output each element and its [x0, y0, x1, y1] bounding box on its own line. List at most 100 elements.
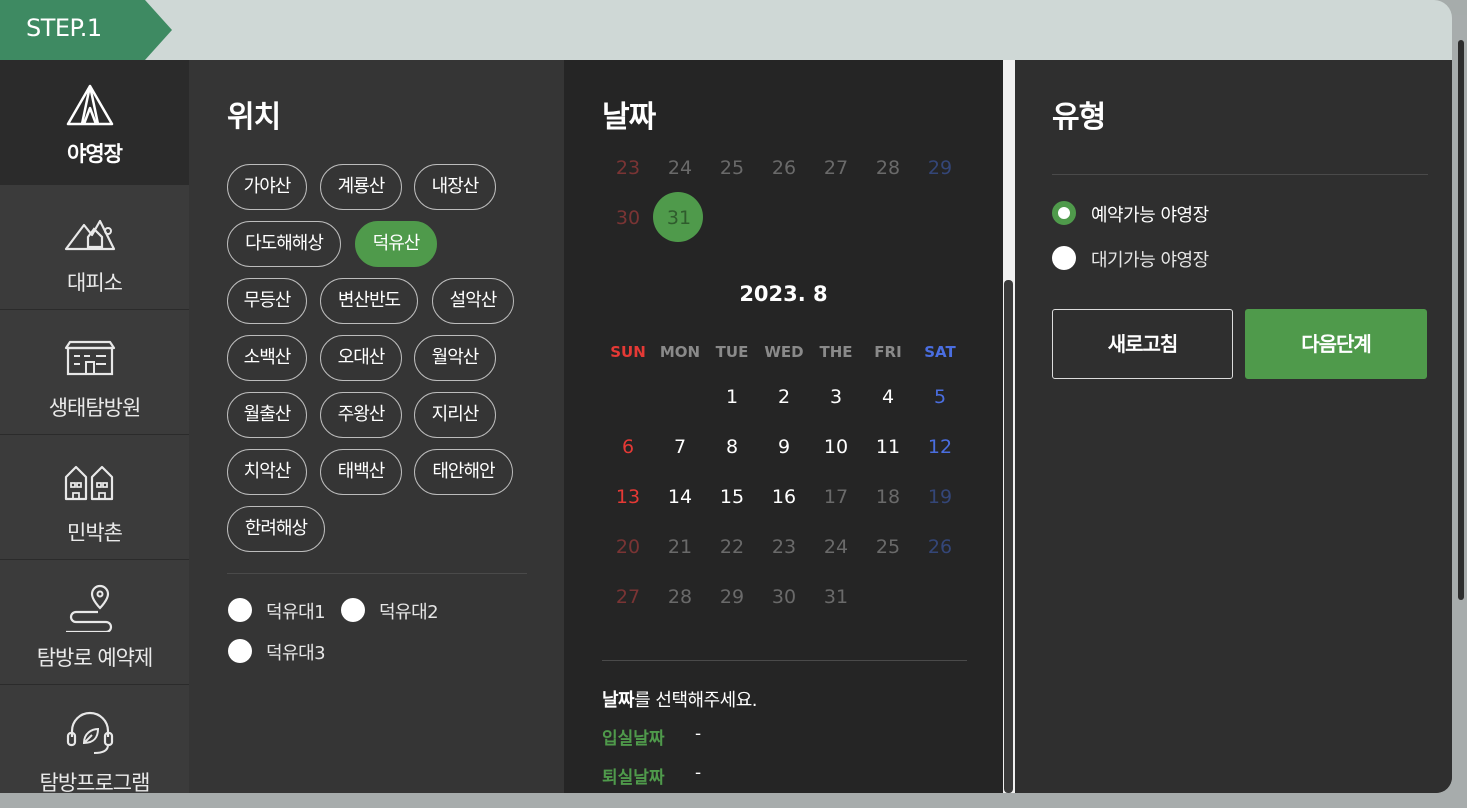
day-cell[interactable]: 24: [810, 536, 862, 558]
sidebar-item-label: 민박촌: [67, 521, 123, 545]
day-cell[interactable]: 25: [862, 536, 914, 558]
day-cell[interactable]: 28: [654, 586, 706, 608]
headset-leaf-icon: [66, 711, 114, 754]
day-cell[interactable]: 18: [862, 486, 914, 508]
houses-icon: [64, 465, 114, 501]
day-cell[interactable]: 2: [758, 386, 810, 408]
day-cell[interactable]: 28: [862, 157, 914, 179]
chip-mudeungsan[interactable]: 무등산: [227, 278, 307, 324]
sidebar-item-campground[interactable]: 야영장: [0, 60, 189, 185]
day-cell[interactable]: 4: [862, 386, 914, 408]
chip-taebaeksan[interactable]: 태백산: [320, 449, 402, 495]
radio-available[interactable]: [1052, 201, 1076, 225]
date-prompt-rest: 를 선택해주세요.: [634, 690, 757, 711]
chip-gayasan[interactable]: 가야산: [227, 164, 307, 210]
date-column: 날짜 23 24 25 26 27 28 29 30 31 2023. 8 SU…: [564, 60, 1003, 793]
day-cell[interactable]: 26: [758, 157, 810, 179]
step-label: STEP.1: [26, 14, 102, 42]
day-cell[interactable]: 10: [810, 436, 862, 458]
month-title: 2023. 8: [739, 282, 828, 306]
day-cell[interactable]: 8: [706, 436, 758, 458]
sidebar-item-eco-center[interactable]: 생태탐방원: [0, 310, 189, 435]
date-prompt-bold: 날짜: [602, 690, 635, 711]
sidebar-item-label: 야영장: [67, 142, 123, 166]
checkin-value: -: [695, 724, 702, 744]
radio-label: 덕유대2: [379, 602, 439, 623]
day-cell[interactable]: 30: [602, 207, 654, 229]
day-cell[interactable]: 29: [914, 157, 966, 179]
day-cell[interactable]: 11: [862, 436, 914, 458]
date-divider: [602, 660, 967, 661]
sidebar-item-label: 탐방로 예약제: [36, 646, 154, 670]
day-cell[interactable]: 9: [758, 436, 810, 458]
day-cell[interactable]: 13: [602, 486, 654, 508]
radio-deogyudae-1[interactable]: [228, 598, 252, 622]
sidebar-item-minbak[interactable]: 민박촌: [0, 435, 189, 560]
day-cell[interactable]: 15: [706, 486, 758, 508]
chip-gyeryongsan[interactable]: 계룡산: [320, 164, 402, 210]
day-cell[interactable]: 20: [602, 536, 654, 558]
day-cell[interactable]: 16: [758, 486, 810, 508]
day-cell[interactable]: 23: [602, 157, 654, 179]
weekday-label: TUE: [715, 343, 749, 361]
next-step-button[interactable]: 다음단계: [1245, 309, 1427, 379]
chip-taean[interactable]: 태안해안: [414, 449, 513, 495]
chip-wolchulsan[interactable]: 월출산: [227, 392, 307, 438]
step-header: [0, 0, 1452, 60]
radio-label: 덕유대3: [266, 643, 326, 664]
type-title: 유형: [1052, 100, 1106, 135]
page-scrollbar[interactable]: [1458, 40, 1464, 600]
radio-waitlist[interactable]: [1052, 246, 1076, 270]
day-cell[interactable]: 14: [654, 486, 706, 508]
day-cell[interactable]: 27: [810, 157, 862, 179]
chip-naejangsan[interactable]: 내장산: [414, 164, 496, 210]
radio-label: 덕유대1: [266, 602, 326, 623]
chip-juwangsan[interactable]: 주왕산: [320, 392, 402, 438]
day-cell[interactable]: 25: [706, 157, 758, 179]
day-cell[interactable]: 19: [914, 486, 966, 508]
radio-deogyudae-2[interactable]: [341, 598, 365, 622]
location-column: 위치 가야산 계룡산 내장산 다도해해상 덕유산 무등산 변산반도 설악산 소백…: [189, 60, 564, 793]
chip-seoraksan[interactable]: 설악산: [432, 278, 514, 324]
chip-sobaeksan[interactable]: 소백산: [227, 335, 307, 381]
day-cell[interactable]: 27: [602, 586, 654, 608]
day-cell[interactable]: 22: [706, 536, 758, 558]
day-cell[interactable]: 1: [706, 386, 758, 408]
day-cell[interactable]: 26: [914, 536, 966, 558]
chip-jirisan[interactable]: 지리산: [414, 392, 496, 438]
day-cell[interactable]: 7: [654, 436, 706, 458]
day-cell[interactable]: 5: [914, 386, 966, 408]
day-cell[interactable]: 24: [654, 157, 706, 179]
radio-label: 예약가능 야영장: [1091, 205, 1209, 226]
day-cell[interactable]: 31: [810, 586, 862, 608]
sidebar-item-trail-reservation[interactable]: 탐방로 예약제: [0, 560, 189, 685]
chip-woraksan[interactable]: 월악산: [414, 335, 496, 381]
date-scroll-thumb[interactable]: [1004, 280, 1013, 793]
day-cell[interactable]: 17: [810, 486, 862, 508]
chip-dadohae[interactable]: 다도해해상: [227, 221, 341, 267]
day-cell[interactable]: 21: [654, 536, 706, 558]
chip-byeonsan[interactable]: 변산반도: [320, 278, 418, 324]
day-cell[interactable]: 6: [602, 436, 654, 458]
weekday-label: SUN: [610, 343, 646, 361]
sidebar-item-program[interactable]: 탐방프로그램: [0, 685, 189, 793]
weekday-label: SAT: [924, 343, 956, 361]
sidebar-item-shelter[interactable]: 대피소: [0, 185, 189, 310]
weekday-label: FRI: [874, 343, 902, 361]
tent-icon: [66, 84, 114, 126]
trail-pin-icon: [66, 584, 113, 632]
day-cell[interactable]: 30: [758, 586, 810, 608]
day-cell[interactable]: 12: [914, 436, 966, 458]
radio-deogyudae-3[interactable]: [228, 639, 252, 663]
day-cell[interactable]: 23: [758, 536, 810, 558]
day-cell[interactable]: 3: [810, 386, 862, 408]
chip-deogyusan[interactable]: 덕유산: [355, 221, 437, 267]
day-cell-selected[interactable]: 31: [653, 207, 705, 229]
refresh-button[interactable]: 새로고침: [1052, 309, 1233, 379]
chip-chiaksan[interactable]: 치악산: [227, 449, 307, 495]
chip-odaesan[interactable]: 오대산: [320, 335, 402, 381]
day-cell[interactable]: 29: [706, 586, 758, 608]
mountain-shelter-icon: [64, 219, 116, 251]
chip-hallyeo[interactable]: 한려해상: [227, 506, 325, 552]
date-title: 날짜: [602, 100, 656, 135]
